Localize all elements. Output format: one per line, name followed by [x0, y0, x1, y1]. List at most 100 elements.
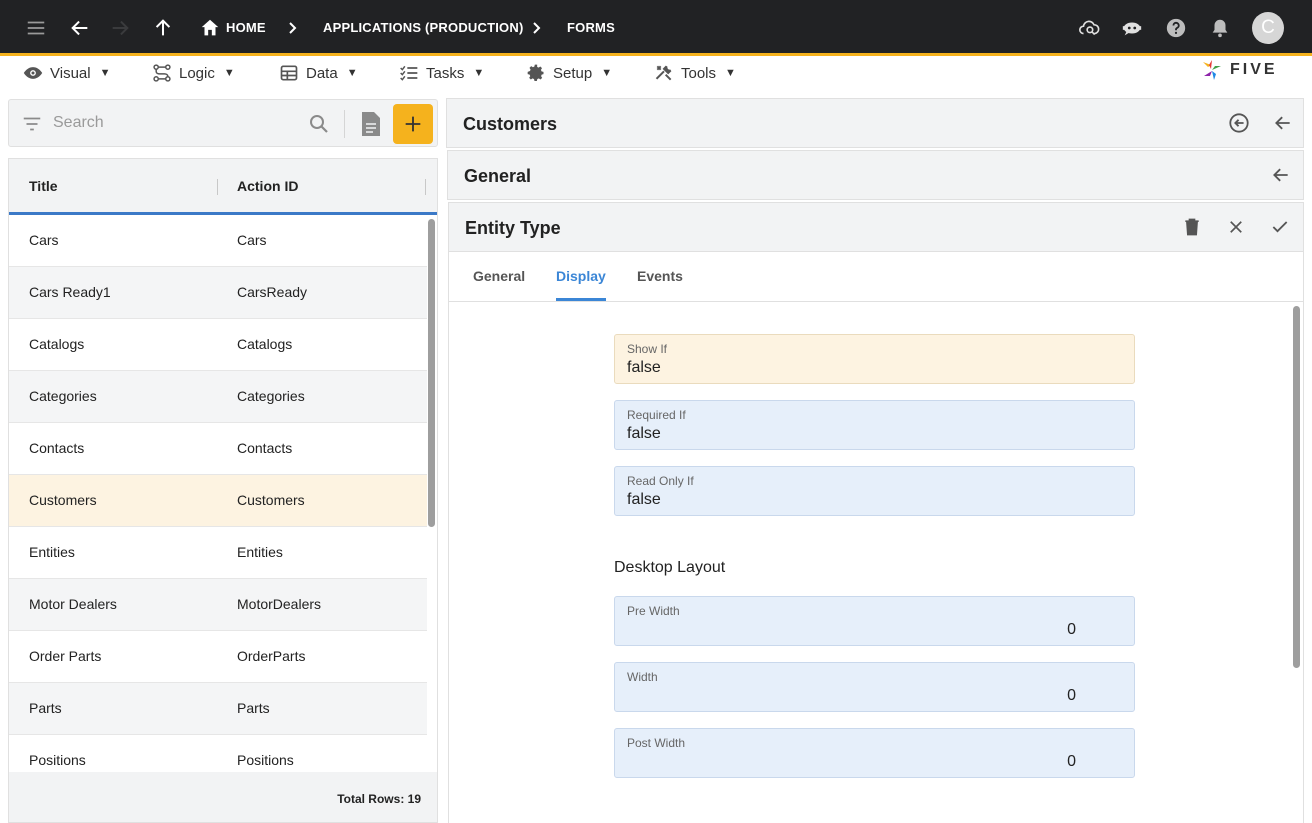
filter-icon[interactable]	[21, 113, 43, 135]
check-icon[interactable]	[1268, 215, 1292, 239]
table-row[interactable]: Customers Customers	[9, 475, 427, 527]
post-width-value[interactable]: 0	[1067, 753, 1076, 771]
menu-tasks-label: Tasks	[426, 64, 465, 82]
help-icon[interactable]	[1162, 14, 1190, 42]
cell-action-id: MotorDealers	[237, 596, 322, 612]
required-if-value[interactable]: false	[627, 425, 661, 443]
cell-title: Parts	[29, 700, 62, 716]
entity-type-title: Entity Type	[465, 218, 561, 238]
breadcrumb-applications[interactable]: APPLICATIONS (PRODUCTION)	[323, 20, 523, 36]
menu-icon[interactable]	[22, 14, 50, 42]
table-row[interactable]: Cars Ready1 CarsReady	[9, 267, 427, 319]
cell-action-id: Parts	[237, 700, 270, 716]
cell-action-id: OrderParts	[237, 648, 306, 664]
tab-events[interactable]: Events	[637, 268, 683, 284]
total-rows: Total Rows: 19	[337, 792, 421, 806]
column-resize-handle[interactable]	[425, 179, 426, 195]
column-header-title[interactable]: Title	[29, 178, 58, 194]
show-if-field[interactable]: Show If false	[614, 334, 1135, 384]
table-row[interactable]: Catalogs Catalogs	[9, 319, 427, 371]
chat-bot-icon[interactable]	[1118, 14, 1146, 42]
required-if-label: Required If	[627, 408, 686, 422]
list-header: Title Action ID	[9, 159, 437, 215]
customers-title: Customers	[463, 114, 558, 134]
tab-bar: General Display Events	[448, 252, 1304, 302]
menu-tools-label: Tools	[681, 64, 717, 82]
caret-down-icon: ▼	[473, 67, 485, 79]
list-scrollbar-thumb[interactable]	[428, 219, 435, 527]
menu-data[interactable]: Data ▼	[279, 62, 358, 84]
forward-arrow-icon[interactable]	[106, 14, 134, 42]
menu-visual[interactable]: Visual ▼	[23, 62, 110, 84]
read-only-if-field[interactable]: Read Only If false	[614, 466, 1135, 516]
width-field[interactable]: Width 0	[614, 662, 1135, 712]
menu-logic-label: Logic	[179, 64, 215, 82]
table-row[interactable]: Cars Cars	[9, 215, 427, 267]
table-row[interactable]: Order Parts OrderParts	[9, 631, 427, 683]
post-width-label: Post Width	[627, 736, 686, 750]
read-only-if-label: Read Only If	[627, 474, 694, 488]
cell-action-id: Catalogs	[237, 336, 293, 352]
show-if-value[interactable]: false	[627, 359, 661, 377]
cell-action-id: CarsReady	[237, 284, 308, 300]
caret-down-icon: ▼	[99, 67, 111, 79]
menu-tasks[interactable]: Tasks ▼	[399, 62, 484, 84]
cloud-search-icon[interactable]	[1075, 14, 1103, 42]
table-row[interactable]: Contacts Contacts	[9, 423, 427, 475]
back-arrow-icon[interactable]	[1271, 111, 1295, 135]
menu-bar: Visual ▼ Logic ▼ Data ▼ Tasks ▼ Setup ▼ Tools…	[0, 56, 1312, 90]
gear-icon	[527, 64, 544, 81]
bell-icon[interactable]	[1206, 14, 1234, 42]
delete-icon[interactable]	[1180, 215, 1204, 239]
form-scrollbar-thumb[interactable]	[1293, 306, 1300, 668]
caret-down-icon: ▼	[725, 67, 736, 79]
home-icon[interactable]	[196, 14, 224, 42]
five-logo-mark	[1203, 60, 1221, 80]
customers-panel-header: Customers	[446, 98, 1304, 148]
back-arrow-icon[interactable]	[1269, 163, 1293, 187]
table-row[interactable]: Entities Entities	[9, 527, 427, 579]
required-if-field[interactable]: Required If false	[614, 400, 1135, 450]
checklist-icon	[400, 65, 418, 81]
document-icon[interactable]	[359, 111, 383, 137]
five-logo-text: FIVE	[1230, 61, 1278, 78]
forms-list: Title Action ID Cars Cars Cars Ready1 CarsR…	[8, 158, 438, 823]
pre-width-value[interactable]: 0	[1067, 621, 1076, 639]
table-row[interactable]: Motor Dealers MotorDealers	[9, 579, 427, 631]
tab-display[interactable]: Display	[556, 268, 606, 284]
search-icon[interactable]	[307, 112, 331, 136]
back-arrow-icon[interactable]	[66, 14, 94, 42]
breadcrumb-forms[interactable]: FORMS	[567, 20, 615, 36]
avatar[interactable]: C	[1252, 12, 1284, 44]
search-input[interactable]	[53, 110, 303, 136]
up-arrow-icon[interactable]	[149, 14, 177, 42]
menu-tools[interactable]: Tools ▼	[654, 62, 736, 84]
flow-icon	[153, 64, 171, 82]
chevron-right-icon	[289, 22, 297, 34]
table-row[interactable]: Parts Parts	[9, 683, 427, 735]
close-icon[interactable]	[1224, 215, 1248, 239]
cell-title: Categories	[29, 388, 97, 404]
cell-title: Positions	[29, 752, 86, 768]
breadcrumb-home[interactable]: HOME	[226, 20, 266, 36]
column-header-action-id[interactable]: Action ID	[237, 178, 298, 194]
post-width-field[interactable]: Post Width 0	[614, 728, 1135, 778]
menu-setup[interactable]: Setup ▼	[526, 62, 612, 84]
circle-back-icon[interactable]	[1227, 111, 1251, 135]
caret-down-icon: ▼	[346, 67, 358, 79]
menu-logic[interactable]: Logic ▼	[152, 62, 235, 84]
show-if-label: Show If	[627, 342, 668, 356]
width-label: Width	[627, 670, 658, 684]
width-value[interactable]: 0	[1067, 687, 1076, 705]
search-divider	[344, 110, 345, 138]
display-form: Show If false Required If false Read Onl…	[448, 302, 1304, 823]
top-bar: HOME APPLICATIONS (PRODUCTION) FORMS C	[0, 0, 1312, 56]
cell-title: Customers	[29, 492, 97, 508]
add-button[interactable]	[393, 104, 433, 144]
table-row[interactable]: Categories Categories	[9, 371, 427, 423]
caret-down-icon: ▼	[601, 67, 613, 79]
read-only-if-value[interactable]: false	[627, 491, 661, 509]
pre-width-field[interactable]: Pre Width 0	[614, 596, 1135, 646]
column-resize-handle[interactable]	[217, 179, 218, 195]
tab-general[interactable]: General	[473, 268, 525, 284]
